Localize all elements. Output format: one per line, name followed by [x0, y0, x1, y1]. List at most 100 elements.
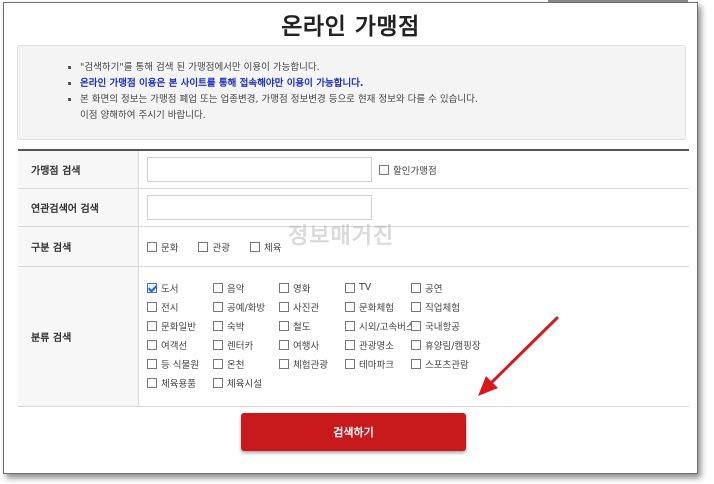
checkbox-box[interactable]: [147, 282, 157, 293]
category-option-4[interactable]: 공연: [411, 278, 477, 297]
checkbox-label: 국내항공: [425, 321, 460, 333]
checkbox-box[interactable]: [213, 301, 223, 312]
category-option-24[interactable]: 스포츠관람: [411, 354, 477, 373]
checkbox-label: 공예/화방: [227, 302, 266, 314]
checkbox-box[interactable]: [213, 339, 223, 350]
checkbox-box[interactable]: [147, 377, 157, 388]
checkbox-label: 등 식물원: [161, 359, 199, 371]
checkbox-label: 체육: [263, 242, 282, 254]
category-option-10[interactable]: 문화일반: [147, 316, 213, 335]
page-title: 온라인 가맹점: [281, 14, 420, 40]
category-option-3[interactable]: TV: [345, 278, 411, 297]
checkbox-label: 여행사: [293, 340, 320, 352]
checkbox-label: 문화일반: [161, 321, 196, 333]
category-option-6[interactable]: 공예/화방: [213, 297, 279, 316]
type-option-1[interactable]: 관광: [198, 240, 230, 254]
notice-box: "검색하기"를 통해 검색 된 가맹점에서만 이용이 가능합니다. 온라인 가맹…: [17, 45, 686, 140]
category-option-2[interactable]: 영화: [279, 278, 345, 297]
checkbox-label: 도서: [161, 283, 179, 295]
checkbox-box[interactable]: [345, 282, 355, 293]
checkbox-box[interactable]: [411, 301, 421, 312]
checkbox-label: 관광: [212, 242, 230, 254]
type-option-2[interactable]: 체육: [249, 240, 282, 254]
checkbox-box[interactable]: [279, 301, 289, 312]
checkbox-box[interactable]: [147, 358, 157, 369]
checkbox-label: 휴양림/캠핑장: [425, 340, 481, 352]
category-option-22[interactable]: 체험관광: [279, 354, 345, 373]
category-option-13[interactable]: 시외/고속버스: [345, 316, 415, 335]
notice-line-4: 이점 양해하여 주시기 바랍니다.: [80, 110, 206, 121]
category-option-16[interactable]: 렌터카: [213, 335, 279, 354]
keyword-search-label: 연관검색어 검색: [18, 189, 139, 226]
checkbox-label: 사진관: [293, 302, 320, 314]
checkbox-label: TV: [359, 282, 372, 293]
checkbox-box[interactable]: [213, 358, 223, 369]
checkbox-label: 여객선: [161, 340, 188, 352]
category-option-9[interactable]: 직업체험: [411, 297, 477, 316]
checkbox-box[interactable]: [147, 339, 157, 350]
category-option-7[interactable]: 사진관: [279, 297, 345, 316]
category-option-25[interactable]: 체육용품: [147, 373, 213, 392]
checkbox-label: 테마파크: [359, 359, 394, 371]
type-options: 문화 관광 체육: [139, 227, 689, 266]
category-options: 도서 음악 영화 TV 공연전시 공예/화방 사진관 문화체험 직업체험문화일반 숙박 철도 시외/고…: [147, 275, 543, 392]
checkbox-box[interactable]: [411, 358, 421, 369]
category-option-19[interactable]: 휴양림/캠핑장: [411, 335, 481, 354]
checkbox-box[interactable]: [279, 358, 289, 369]
category-option-12[interactable]: 철도: [279, 316, 345, 335]
checkbox-box[interactable]: [345, 339, 355, 350]
checkbox-label: 체육용품: [161, 378, 196, 390]
category-option-0[interactable]: 도서: [147, 278, 213, 297]
checkbox-box[interactable]: [345, 358, 355, 369]
checkbox-box[interactable]: [213, 282, 223, 293]
category-option-21[interactable]: 온천: [213, 354, 279, 373]
checkbox-label: 시외/고속버스: [359, 321, 415, 333]
checkbox-box[interactable]: [411, 339, 421, 350]
checkbox-label: 직업체험: [425, 302, 460, 314]
checkbox-box[interactable]: [411, 320, 421, 331]
checkbox-box[interactable]: [279, 282, 289, 293]
type-search-row: 구분 검색 문화 관광 체육: [18, 227, 689, 267]
checkbox-box[interactable]: [345, 320, 355, 331]
checkbox-label: 스포츠관람: [425, 359, 469, 371]
category-option-23[interactable]: 테마파크: [345, 354, 411, 373]
category-option-17[interactable]: 여행사: [279, 335, 345, 354]
page-frame: 온라인 가맹점 "검색하기"를 통해 검색 된 가맹점에서만 이용이 가능합니다…: [3, 2, 698, 474]
checkbox-label: 문화: [161, 242, 179, 254]
checkbox-label: 문화체험: [359, 302, 394, 314]
type-option-0[interactable]: 문화: [147, 240, 178, 254]
checkbox-label: 공연: [425, 283, 443, 295]
checkbox-box[interactable]: [213, 377, 223, 388]
category-search-row: 분류 검색 도서 음악 영화 TV 공연 전시 공예/화방 사진관 문화체험 직업체험 문화일반 숙박…: [18, 267, 689, 407]
category-option-11[interactable]: 숙박: [213, 316, 279, 335]
type-search-label: 구분 검색: [18, 227, 139, 266]
category-option-20[interactable]: 등 식물원: [147, 354, 213, 373]
checkbox-box[interactable]: [279, 339, 289, 350]
category-option-1[interactable]: 음악: [213, 278, 279, 297]
checkbox-box[interactable]: [198, 241, 209, 252]
checkbox-label: 체험관광: [293, 359, 328, 371]
category-option-18[interactable]: 관광명소: [345, 335, 411, 354]
category-option-5[interactable]: 전시: [147, 297, 213, 316]
category-option-8[interactable]: 문화체험: [345, 297, 411, 316]
category-option-26[interactable]: 체육시설: [213, 373, 279, 392]
checkbox-box[interactable]: [279, 320, 289, 331]
keyword-search-input[interactable]: [147, 195, 372, 220]
notice-line-2: 온라인 가맹점 이용은 본 사이트를 통해 접속해야만 이용이 가능합니다.: [68, 76, 685, 92]
checkbox-box[interactable]: [411, 282, 421, 293]
category-option-14[interactable]: 국내항공: [411, 316, 477, 335]
search-button[interactable]: 검색하기: [241, 413, 466, 451]
checkbox-box[interactable]: [213, 320, 223, 331]
checkbox-label: 렌터카: [227, 340, 254, 352]
checkbox-box[interactable]: [379, 164, 389, 175]
category-option-15[interactable]: 여객선: [147, 335, 213, 354]
store-search-row: 가맹점 검색 할인가맹점: [18, 151, 689, 189]
checkbox-box[interactable]: [249, 241, 260, 252]
checkbox-box[interactable]: [345, 301, 355, 312]
checkbox-box[interactable]: [147, 241, 157, 252]
checkbox-box[interactable]: [147, 320, 157, 331]
store-search-input[interactable]: [147, 157, 372, 182]
checkbox-label: 음악: [227, 283, 245, 295]
discount-store-checkbox[interactable]: 할인가맹점: [379, 163, 437, 177]
checkbox-box[interactable]: [147, 301, 157, 312]
